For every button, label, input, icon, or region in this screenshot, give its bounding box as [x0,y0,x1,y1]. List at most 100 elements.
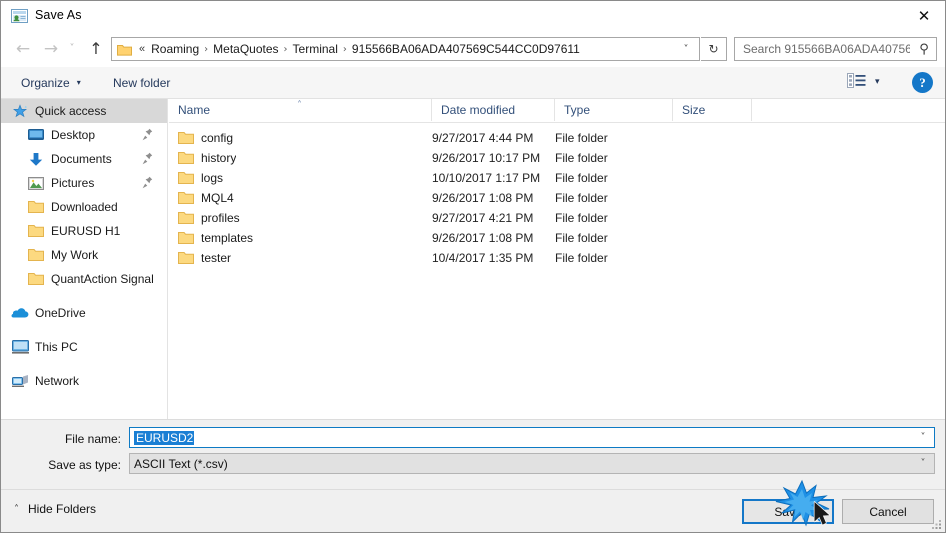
search-input[interactable] [741,41,912,57]
sidebar-item-eurusd-h1[interactable]: EURUSD H1 [1,219,167,243]
pin-icon[interactable] [142,128,153,141]
close-icon: ✕ [917,6,931,25]
table-row[interactable]: templates 9/26/2017 1:08 PM File folder [169,228,945,248]
folder-icon [27,271,45,287]
type-cell: File folder [555,191,608,205]
close-button[interactable]: ✕ [901,1,945,31]
date-modified-cell: 9/27/2017 4:44 PM [432,131,534,145]
sort-ascending-icon: ˄ [297,100,302,111]
search-box[interactable]: ⚲ [734,37,937,61]
address-dropdown-icon[interactable]: ˅ [673,44,699,55]
type-cell: File folder [555,251,608,265]
folder-icon [178,231,194,245]
date-modified-cell: 9/26/2017 1:08 PM [432,231,534,245]
organize-menu-button[interactable]: Organize ▾ [13,67,89,98]
sidebar-item-desktop[interactable]: Desktop [1,123,167,147]
sidebar-item-label: Documents [51,152,112,166]
file-name-cell: tester [178,248,231,268]
date-modified-cell: 10/4/2017 1:35 PM [432,251,534,265]
sidebar-item-quick-access[interactable]: Quick access [1,99,167,123]
table-row[interactable]: profiles 9/27/2017 4:21 PM File folder [169,208,945,228]
chevron-down-icon[interactable]: ˅ [912,432,934,443]
list-view-icon [847,73,866,91]
window-title: Save As [35,8,82,22]
up-arrow-icon: ↑ [89,39,103,58]
chevron-down-icon[interactable]: ˅ [912,458,934,469]
back-arrow-icon: ← [15,38,31,59]
resize-grip[interactable] [931,519,943,531]
help-button[interactable]: ? [912,72,933,93]
sidebar-item-pictures[interactable]: Pictures [1,171,167,195]
sidebar-item-this-pc[interactable]: This PC [1,335,167,359]
type-cell: File folder [555,131,608,145]
sidebar-item-label: Desktop [51,128,96,142]
breadcrumb-item-metaquotes[interactable]: MetaQuotes [209,41,282,57]
title-bar: Save As ✕ [1,1,945,31]
file-name-cell: profiles [178,208,240,228]
breadcrumb-item-roaming[interactable]: Roaming [147,41,203,57]
sidebar-item-downloaded[interactable]: Downloaded [1,195,167,219]
file-name-label: File name: [64,432,121,446]
cancel-button[interactable]: Cancel [842,499,934,524]
folder-icon [178,171,194,185]
refresh-button[interactable]: ↻ [701,37,727,61]
save-button[interactable]: Save [742,499,834,524]
column-header-size[interactable]: Size [673,99,752,121]
hide-folders-button[interactable]: ˄ Hide Folders [14,502,96,516]
sidebar-item-documents[interactable]: Documents [1,147,167,171]
refresh-icon: ↻ [708,42,719,56]
navigation-pane: Quick access Desktop Documents Pictures … [1,99,168,419]
table-row[interactable]: config 9/27/2017 4:44 PM File folder [169,128,945,148]
table-row[interactable]: tester 10/4/2017 1:35 PM File folder [169,248,945,268]
hide-folders-label: Hide Folders [28,502,97,516]
sidebar-item-network[interactable]: Network [1,369,167,393]
table-row[interactable]: logs 10/10/2017 1:17 PM File folder [169,168,945,188]
recent-locations-button[interactable]: ˅ [64,37,80,61]
save-as-icon [11,8,28,24]
save-as-type-label: Save as type: [48,458,121,472]
folder-icon [178,211,194,225]
new-folder-button[interactable]: New folder [105,67,178,98]
breadcrumb-overflow[interactable]: « [137,43,147,55]
sidebar-item-label: Quick access [35,104,107,118]
view-options-button[interactable]: ▾ [847,73,880,91]
folder-icon [27,223,45,239]
forward-button[interactable]: → [39,37,63,61]
new-folder-label: New folder [113,75,171,90]
sidebar-item-onedrive[interactable]: OneDrive [1,301,167,325]
pin-icon[interactable] [142,176,153,189]
search-icon: ⚲ [919,41,929,57]
address-bar[interactable]: « Roaming › MetaQuotes › Terminal › 9155… [111,37,700,61]
save-as-type-select[interactable]: ASCII Text (*.csv) ˅ [129,453,935,474]
save-form: File name: EURUSD2 ˅ Save as type: ASCII… [1,419,945,489]
column-header-name[interactable]: Name ˄ [169,99,432,121]
type-cell: File folder [555,171,608,185]
breadcrumb-item-terminal[interactable]: Terminal [289,41,342,57]
up-button[interactable]: ↑ [84,37,108,61]
column-header-type[interactable]: Type [555,99,673,121]
monitor-icon [27,127,45,143]
sidebar-item-label: Downloaded [51,200,118,214]
sidebar-item-my-work[interactable]: My Work [1,243,167,267]
sidebar-item-label: OneDrive [35,306,86,320]
type-cell: File folder [555,231,608,245]
table-row[interactable]: history 9/26/2017 10:17 PM File folder [169,148,945,168]
folder-icon [178,151,194,165]
sidebar-item-quantaction-signal[interactable]: QuantAction Signal [1,267,167,291]
network-icon [11,373,29,389]
breadcrumb-item-guid[interactable]: 915566BA06ADA407569C544CC0D97611 [348,41,584,57]
table-row[interactable]: MQL4 9/26/2017 1:08 PM File folder [169,188,945,208]
back-button[interactable]: ← [11,37,35,61]
save-as-type-value: ASCII Text (*.csv) [134,456,228,471]
pin-icon[interactable] [142,152,153,165]
sidebar-item-label: Network [35,374,80,388]
folder-icon [27,199,45,215]
file-name-input[interactable]: EURUSD2 ˅ [129,427,935,448]
picture-icon [27,175,45,191]
file-name-cell: MQL4 [178,188,234,208]
sidebar-item-label: My Work [51,248,99,262]
column-header-date-modified[interactable]: Date modified [432,99,555,121]
type-cell: File folder [555,211,608,225]
